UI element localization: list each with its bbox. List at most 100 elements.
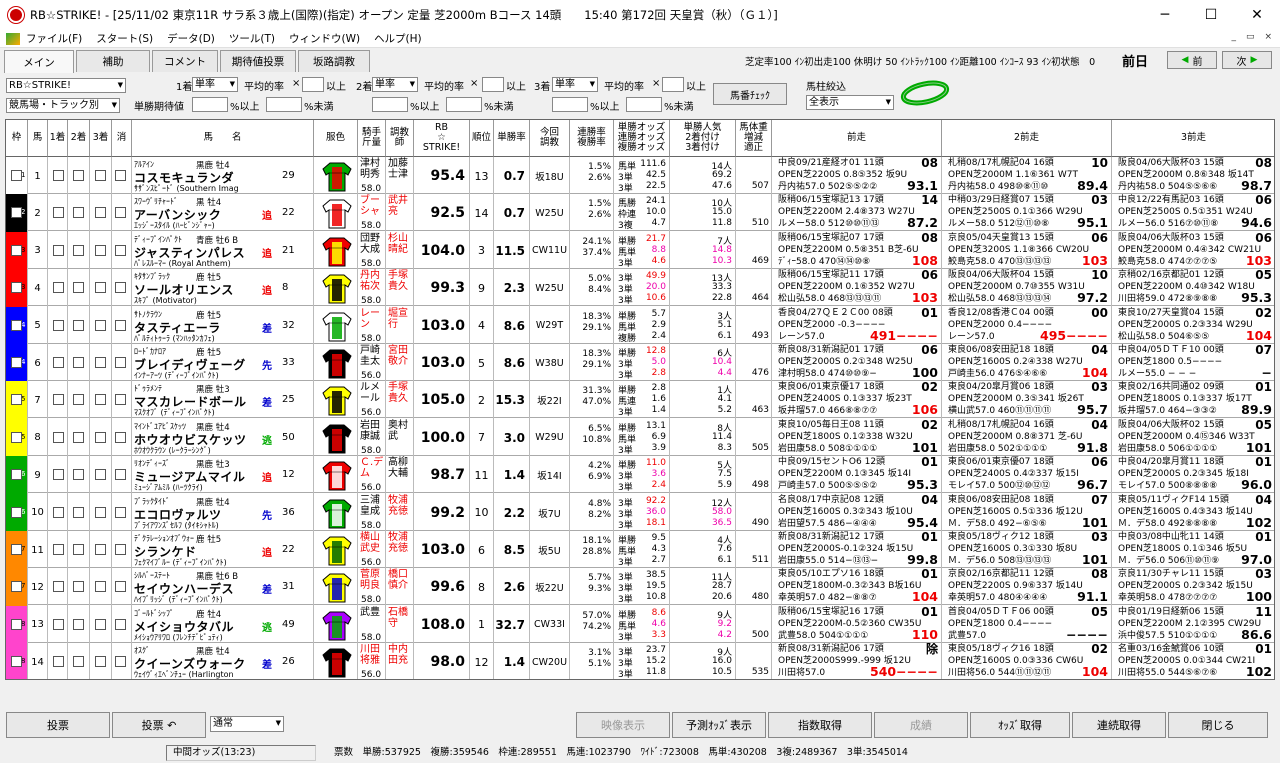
waku-checkbox[interactable] — [11, 244, 22, 256]
prev-race-1[interactable]: 新良08/31新潟記01 17頭 06 OPEN芝2000S 0.2①348 W25… — [772, 344, 942, 382]
waku-checkbox[interactable] — [11, 656, 22, 668]
prev-race-2[interactable]: 東良05/18ヴィク12 18頭 03 OPEN芝1600S 0.3①330 坂8U… — [942, 531, 1112, 569]
prev-race-3[interactable]: 京稍02/16京都記01 12頭 05 OPEN芝2200M 0.4⑩342 W18… — [1112, 269, 1274, 307]
avg-input-2[interactable] — [482, 77, 504, 92]
delete-checkbox[interactable] — [115, 581, 126, 593]
prev-race-1[interactable]: 東良06/01東京優17 18頭 02 OPEN芝2400S 0.1③337 坂23… — [772, 381, 942, 420]
delete-checkbox[interactable] — [115, 431, 126, 443]
prev-race-3[interactable]: 東良05/11ヴィクF14 15頭 04 OPEN芝1600S 0.4③343 坂1… — [1112, 494, 1274, 532]
prev-race-1[interactable]: 新良08/31新潟記12 17頭 01 OPEN芝2000S-0.1②324 坂15… — [772, 531, 942, 569]
delete-checkbox[interactable] — [115, 469, 126, 481]
delete-checkbox[interactable] — [115, 656, 126, 668]
waku-checkbox[interactable] — [11, 581, 22, 593]
prev-race-1[interactable]: 中良09/15セントO6 12頭 01 OPEN芝2200M 0.1③345 坂14… — [772, 456, 942, 495]
prev-button[interactable]: ◀ 前 — [1167, 51, 1217, 69]
menu-tools[interactable]: ツール(T) — [229, 31, 275, 46]
prev-race-2[interactable]: 香良12/08香港Ｃ04 00頭 00 OPEN芝2000 0.4−−−− レーン57… — [942, 306, 1112, 345]
place-checkbox-p2[interactable] — [73, 656, 84, 668]
place-checkbox-p2[interactable] — [73, 506, 84, 518]
prev-race-3[interactable]: 阪良04/06大阪杯03 15頭 08 OPEN芝2000M 0.8⑥348 坂14… — [1112, 157, 1274, 195]
prev-race-2[interactable]: 東良06/01東京優07 18頭 06 OPEN芝2400S 0.4②337 坂15… — [942, 456, 1112, 495]
minimize-button[interactable]: ─ — [1142, 0, 1188, 30]
waku-checkbox[interactable] — [11, 357, 22, 368]
delete-checkbox[interactable] — [115, 319, 126, 331]
mode-select[interactable]: 通常 — [210, 716, 284, 732]
prev-race-3[interactable]: 中良12/22有馬記03 16頭 06 OPEN芝2500S 0.5①351 W24… — [1112, 194, 1274, 232]
prev-race-3[interactable]: 中良04/05ＤＴＦ10 00頭 07 OPEN芝1800 0.5−−−− ルメー55… — [1112, 344, 1274, 382]
place-checkbox-p1[interactable] — [53, 506, 64, 518]
avg-input-1[interactable] — [302, 77, 324, 92]
prev-race-2[interactable]: 京良02/16京都記11 12頭 08 OPEN芝2200S 0.9⑥337 坂14… — [942, 568, 1112, 607]
waku-checkbox[interactable] — [11, 319, 22, 331]
tab-ev-vote[interactable]: 期待値投票 — [220, 50, 296, 72]
maximize-button[interactable]: ☐ — [1188, 0, 1234, 30]
p2-max-input[interactable] — [446, 97, 482, 112]
prev-race-3[interactable]: 東良10/27天皇賞04 15頭 02 OPEN芝2000S 0.2③334 W29… — [1112, 307, 1274, 345]
vote-undo-button[interactable]: 投票 ↶ — [112, 712, 206, 738]
place-checkbox-p3[interactable] — [95, 282, 106, 294]
menu-data[interactable]: データ(D) — [167, 31, 215, 46]
place-checkbox-p3[interactable] — [95, 656, 106, 668]
prev-race-2[interactable]: 京良05/04天皇賞13 15頭 06 OPEN芝3200S 1.1⑧366 CW2… — [942, 231, 1112, 270]
prev-race-2[interactable]: 首良04/05ＤＴＦ06 00頭 05 OPEN芝1800 0.4−−−− 武豊57.… — [942, 605, 1112, 644]
place-checkbox-p1[interactable] — [53, 244, 64, 256]
predicted-odds-button[interactable]: 予測ｵｯｽﾞ表示 — [672, 712, 766, 738]
mdi-restore-icon[interactable]: ▭ — [1246, 32, 1255, 42]
delete-checkbox[interactable] — [115, 282, 126, 294]
prev-race-3[interactable]: 阪良04/06大阪杯03 15頭 06 OPEN芝2000M 0.4④342 CW2… — [1112, 232, 1274, 270]
waku-checkbox[interactable] — [11, 282, 22, 294]
delete-checkbox[interactable] — [115, 170, 126, 181]
waku-checkbox[interactable] — [11, 394, 22, 406]
prev-race-2[interactable]: 阪良04/06大阪杯04 15頭 10 OPEN芝2000M 0.7⑩355 W31… — [942, 269, 1112, 308]
prev-race-1[interactable]: 阪稍06/15宝塚記16 17頭 01 OPEN芝2200M-0.5②360 CW3… — [772, 605, 942, 644]
place-checkbox-p3[interactable] — [95, 357, 106, 368]
place-checkbox-p1[interactable] — [53, 394, 64, 406]
prev-race-1[interactable]: 新良08/31新潟記06 17頭除 OPEN芝2000S999.-999 坂12U… — [772, 643, 942, 679]
prev-race-3[interactable]: 中良04/20皐月賞11 18頭 01 OPEN芝2000S 0.2③345 坂18… — [1112, 456, 1274, 494]
place-checkbox-p3[interactable] — [95, 244, 106, 256]
place-checkbox-p3[interactable] — [95, 394, 106, 406]
prev-race-1[interactable]: 阪稍06/15宝塚記11 17頭 06 OPEN芝2200M 0.1⑥352 W27… — [772, 269, 942, 308]
place-checkbox-p1[interactable] — [53, 207, 64, 219]
place-checkbox-p3[interactable] — [95, 581, 106, 593]
place-checkbox-p1[interactable] — [53, 618, 64, 630]
place-checkbox-p3[interactable] — [95, 506, 106, 518]
index-fetch-button[interactable]: 指数取得 — [768, 712, 872, 738]
prev-race-1[interactable]: 東良05/10エプソ16 18頭 01 OPEN芝1800M-0.3②343 B坂1… — [772, 568, 942, 607]
tab-main[interactable]: メイン — [4, 50, 74, 73]
place-checkbox-p1[interactable] — [53, 357, 64, 368]
prev-race-1[interactable]: 阪稍06/15宝塚記07 17頭 08 OPEN芝2200M 0.5⑧351 B芝-… — [772, 231, 942, 270]
place-checkbox-p3[interactable] — [95, 170, 106, 181]
place-checkbox-p2[interactable] — [73, 207, 84, 219]
prev-race-2[interactable]: 中稍03/29日経賞07 15頭 03 OPEN芝2500S 0.1①366 W29… — [942, 194, 1112, 233]
vote-button[interactable]: 投票 — [6, 712, 110, 738]
delete-checkbox[interactable] — [115, 618, 126, 630]
place-checkbox-p2[interactable] — [73, 170, 84, 181]
delete-checkbox[interactable] — [115, 244, 126, 256]
place3-select[interactable]: 単率 — [552, 77, 598, 92]
prev-race-3[interactable]: 中良03/08中山牝11 14頭 01 OPEN芝1800S 0.1①346 坂5U… — [1112, 531, 1274, 569]
prev-race-3[interactable]: 京良11/30チャレ11 15頭 03 OPEN芝2000S 0.2③342 坂15… — [1112, 568, 1274, 606]
menu-help[interactable]: ヘルプ(H) — [374, 31, 422, 46]
p3-min-input[interactable] — [552, 97, 588, 112]
profile-select[interactable]: RB☆STRIKE! — [6, 78, 126, 93]
prev-race-3[interactable]: 東良02/16共同通02 09頭 01 OPEN芝1800S 0.1③337 坂17… — [1112, 381, 1274, 419]
place-checkbox-p2[interactable] — [73, 357, 84, 368]
close-dialog-button[interactable]: 閉じる — [1168, 712, 1268, 738]
place-checkbox-p1[interactable] — [53, 544, 64, 555]
prev-race-2[interactable]: 東良06/08安田記18 18頭 04 OPEN芝1600S 0.2④338 W27… — [942, 344, 1112, 382]
place-checkbox-p3[interactable] — [95, 544, 106, 555]
waku-checkbox[interactable] — [11, 544, 22, 555]
prev-race-3[interactable]: 名重03/16金鯱賞06 10頭 01 OPEN芝2000S 0.0①344 CW2… — [1112, 643, 1274, 679]
prev-race-1[interactable]: 阪稍06/15宝塚記13 17頭 14 OPEN芝2200M 2.4⑧373 W27… — [772, 194, 942, 233]
close-button[interactable]: ✕ — [1234, 0, 1280, 30]
delete-checkbox[interactable] — [115, 207, 126, 219]
place-checkbox-p2[interactable] — [73, 469, 84, 481]
prev-race-3[interactable]: 阪良04/06大阪杯02 15頭 05 OPEN芝2000M 0.4⑮346 W33… — [1112, 419, 1274, 457]
waku-checkbox[interactable] — [11, 170, 22, 181]
prev-race-1[interactable]: 名良08/17中京記08 12頭 04 OPEN芝1600S 0.3②343 坂10… — [772, 493, 942, 532]
p3-max-input[interactable] — [626, 97, 662, 112]
place-checkbox-p3[interactable] — [95, 319, 106, 331]
place-checkbox-p2[interactable] — [73, 581, 84, 593]
place-checkbox-p2[interactable] — [73, 244, 84, 256]
